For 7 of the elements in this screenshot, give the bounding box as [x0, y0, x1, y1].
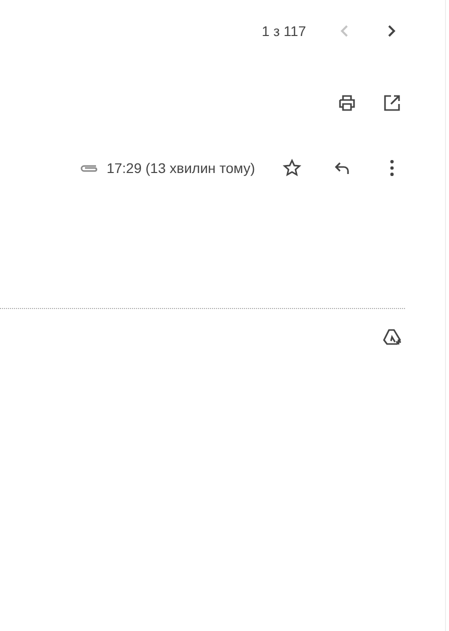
- more-icon: [390, 160, 394, 176]
- drive-add-icon: [382, 327, 402, 347]
- page-counter: 1 з 117: [262, 22, 306, 40]
- message-time: 17:29 (13 хвилин тому): [106, 158, 255, 178]
- printer-icon: [337, 93, 357, 113]
- star-icon: [282, 158, 302, 178]
- open-in-new-icon: [382, 93, 402, 113]
